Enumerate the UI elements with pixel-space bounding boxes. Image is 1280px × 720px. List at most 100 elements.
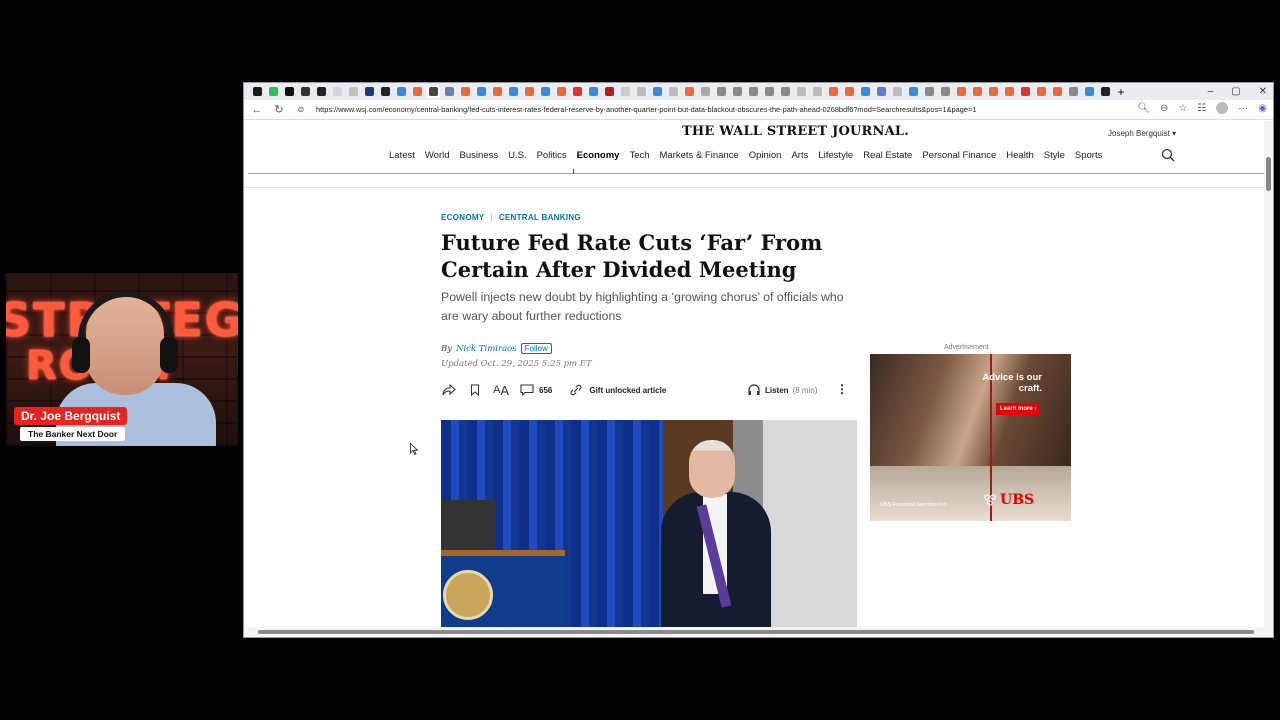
browser-tab[interactable] bbox=[762, 86, 776, 98]
comments-icon[interactable] bbox=[519, 383, 535, 397]
nav-item-world[interactable]: World bbox=[425, 150, 450, 161]
more-menu-icon[interactable]: ··· bbox=[1238, 103, 1248, 114]
browser-tab[interactable] bbox=[1066, 86, 1080, 98]
zoom-icon[interactable]: 🔍︎ bbox=[1137, 103, 1150, 114]
horizontal-scrollbar[interactable] bbox=[244, 627, 1273, 637]
browser-tab[interactable] bbox=[1098, 86, 1112, 98]
search-icon[interactable] bbox=[1161, 148, 1175, 162]
nav-item-politics[interactable]: Politics bbox=[537, 150, 567, 161]
vertical-scrollbar-thumb[interactable] bbox=[1266, 157, 1271, 191]
browser-tab[interactable] bbox=[442, 86, 456, 98]
gift-link-icon[interactable] bbox=[568, 383, 584, 397]
nav-item-u-s-[interactable]: U.S. bbox=[508, 150, 526, 161]
browser-tab[interactable] bbox=[458, 86, 472, 98]
browser-tab[interactable] bbox=[314, 86, 328, 98]
browser-tab[interactable] bbox=[922, 86, 936, 98]
listen-button[interactable]: Listen (8 min) bbox=[747, 381, 817, 399]
browser-tab[interactable] bbox=[394, 86, 408, 98]
browser-tab[interactable] bbox=[650, 86, 664, 98]
browser-tab[interactable] bbox=[1082, 86, 1096, 98]
close-window-icon[interactable]: ✕ bbox=[1259, 86, 1267, 97]
minimize-icon[interactable]: – bbox=[1208, 86, 1214, 97]
browser-tab[interactable] bbox=[858, 86, 872, 98]
vertical-scrollbar[interactable] bbox=[1264, 121, 1273, 629]
browser-tab[interactable] bbox=[282, 86, 296, 98]
browser-tab[interactable] bbox=[682, 86, 696, 98]
nav-item-health[interactable]: Health bbox=[1006, 150, 1033, 161]
browser-tab[interactable] bbox=[490, 86, 504, 98]
nav-item-business[interactable]: Business bbox=[460, 150, 499, 161]
browser-tab[interactable] bbox=[698, 86, 712, 98]
browser-tab[interactable] bbox=[890, 86, 904, 98]
nav-item-economy[interactable]: Economy bbox=[577, 150, 620, 161]
nav-item-latest[interactable]: Latest bbox=[389, 150, 415, 161]
nav-item-real-estate[interactable]: Real Estate bbox=[863, 150, 912, 161]
browser-tab[interactable] bbox=[506, 86, 520, 98]
browser-tab[interactable] bbox=[826, 86, 840, 98]
nav-item-arts[interactable]: Arts bbox=[791, 150, 808, 161]
browser-tab[interactable] bbox=[538, 86, 552, 98]
nav-item-opinion[interactable]: Opinion bbox=[749, 150, 782, 161]
follow-author-button[interactable]: Follow bbox=[520, 343, 552, 354]
browser-tab[interactable] bbox=[554, 86, 568, 98]
nav-item-personal-finance[interactable]: Personal Finance bbox=[922, 150, 996, 161]
browser-tab[interactable] bbox=[714, 86, 728, 98]
breadcrumb-section[interactable]: ECONOMY bbox=[441, 213, 484, 222]
text-size-icon[interactable]: AA bbox=[493, 383, 509, 398]
browser-tab[interactable] bbox=[1002, 86, 1016, 98]
browser-tab[interactable] bbox=[618, 86, 632, 98]
author-link[interactable]: Nick Timiraos bbox=[456, 344, 517, 354]
horizontal-scrollbar-thumb[interactable] bbox=[258, 630, 1254, 634]
browser-tab[interactable] bbox=[906, 86, 920, 98]
browser-tab[interactable] bbox=[1034, 86, 1048, 98]
browser-tab[interactable] bbox=[362, 86, 376, 98]
bookmark-icon[interactable] bbox=[467, 383, 483, 397]
browser-tab[interactable] bbox=[810, 86, 824, 98]
comment-count[interactable]: 656 bbox=[539, 386, 552, 395]
browser-tab[interactable] bbox=[1050, 86, 1064, 98]
browser-tab[interactable] bbox=[954, 86, 968, 98]
browser-tab[interactable] bbox=[522, 86, 536, 98]
share-icon[interactable] bbox=[441, 383, 457, 397]
browser-tab[interactable] bbox=[794, 86, 808, 98]
nav-item-markets-finance[interactable]: Markets & Finance bbox=[660, 150, 739, 161]
browser-tab[interactable] bbox=[378, 86, 392, 98]
browser-tab[interactable] bbox=[666, 86, 680, 98]
browser-tab[interactable] bbox=[426, 85, 440, 98]
wsj-logo[interactable]: THE WALL STREET JOURNAL. bbox=[682, 124, 909, 139]
browser-tab[interactable] bbox=[746, 86, 760, 98]
browser-tab[interactable] bbox=[874, 86, 888, 98]
nav-item-style[interactable]: Style bbox=[1044, 150, 1065, 161]
browser-tab[interactable] bbox=[570, 86, 584, 98]
favorites-bar-icon[interactable]: ☷ bbox=[1197, 103, 1206, 114]
ad-learn-more-button[interactable]: Learn more › bbox=[996, 403, 1041, 415]
browser-tab[interactable] bbox=[986, 86, 1000, 98]
browser-tab[interactable] bbox=[410, 86, 424, 98]
account-menu[interactable]: Joseph Bergquist ▾ bbox=[1108, 129, 1176, 138]
browser-tab[interactable] bbox=[474, 86, 488, 98]
more-options-icon[interactable]: ⋮ bbox=[836, 382, 848, 396]
browser-tab[interactable] bbox=[970, 86, 984, 98]
reader-icon[interactable]: ⊖ bbox=[1160, 103, 1168, 114]
browser-tab[interactable] bbox=[266, 86, 280, 98]
nav-item-lifestyle[interactable]: Lifestyle bbox=[818, 150, 853, 161]
browser-tab[interactable] bbox=[602, 86, 616, 98]
new-tab-icon[interactable]: + bbox=[1114, 85, 1128, 99]
site-info-icon[interactable]: ⊜ bbox=[294, 105, 308, 114]
nav-item-sports[interactable]: Sports bbox=[1075, 150, 1102, 161]
copilot-icon[interactable]: ◉ bbox=[1258, 103, 1267, 114]
reload-icon[interactable]: ↻ bbox=[272, 103, 286, 116]
browser-tab[interactable] bbox=[778, 86, 792, 98]
browser-tab[interactable] bbox=[298, 86, 312, 98]
profile-icon[interactable] bbox=[1216, 102, 1229, 114]
browser-tab[interactable] bbox=[346, 86, 360, 98]
favorite-star-icon[interactable]: ☆ bbox=[1178, 103, 1187, 114]
breadcrumb-subsection[interactable]: CENTRAL BANKING bbox=[499, 213, 581, 222]
ubs-ad-banner[interactable]: Advice is our craft. Learn more › UBS Fi… bbox=[870, 354, 1071, 521]
browser-tab[interactable] bbox=[250, 86, 264, 98]
browser-tab[interactable] bbox=[938, 86, 952, 98]
address-bar-url[interactable]: https://www.wsj.com/economy/central-bank… bbox=[316, 105, 1156, 114]
browser-tab[interactable] bbox=[634, 86, 648, 98]
back-icon[interactable]: ← bbox=[250, 104, 264, 116]
browser-tab[interactable] bbox=[842, 86, 856, 98]
